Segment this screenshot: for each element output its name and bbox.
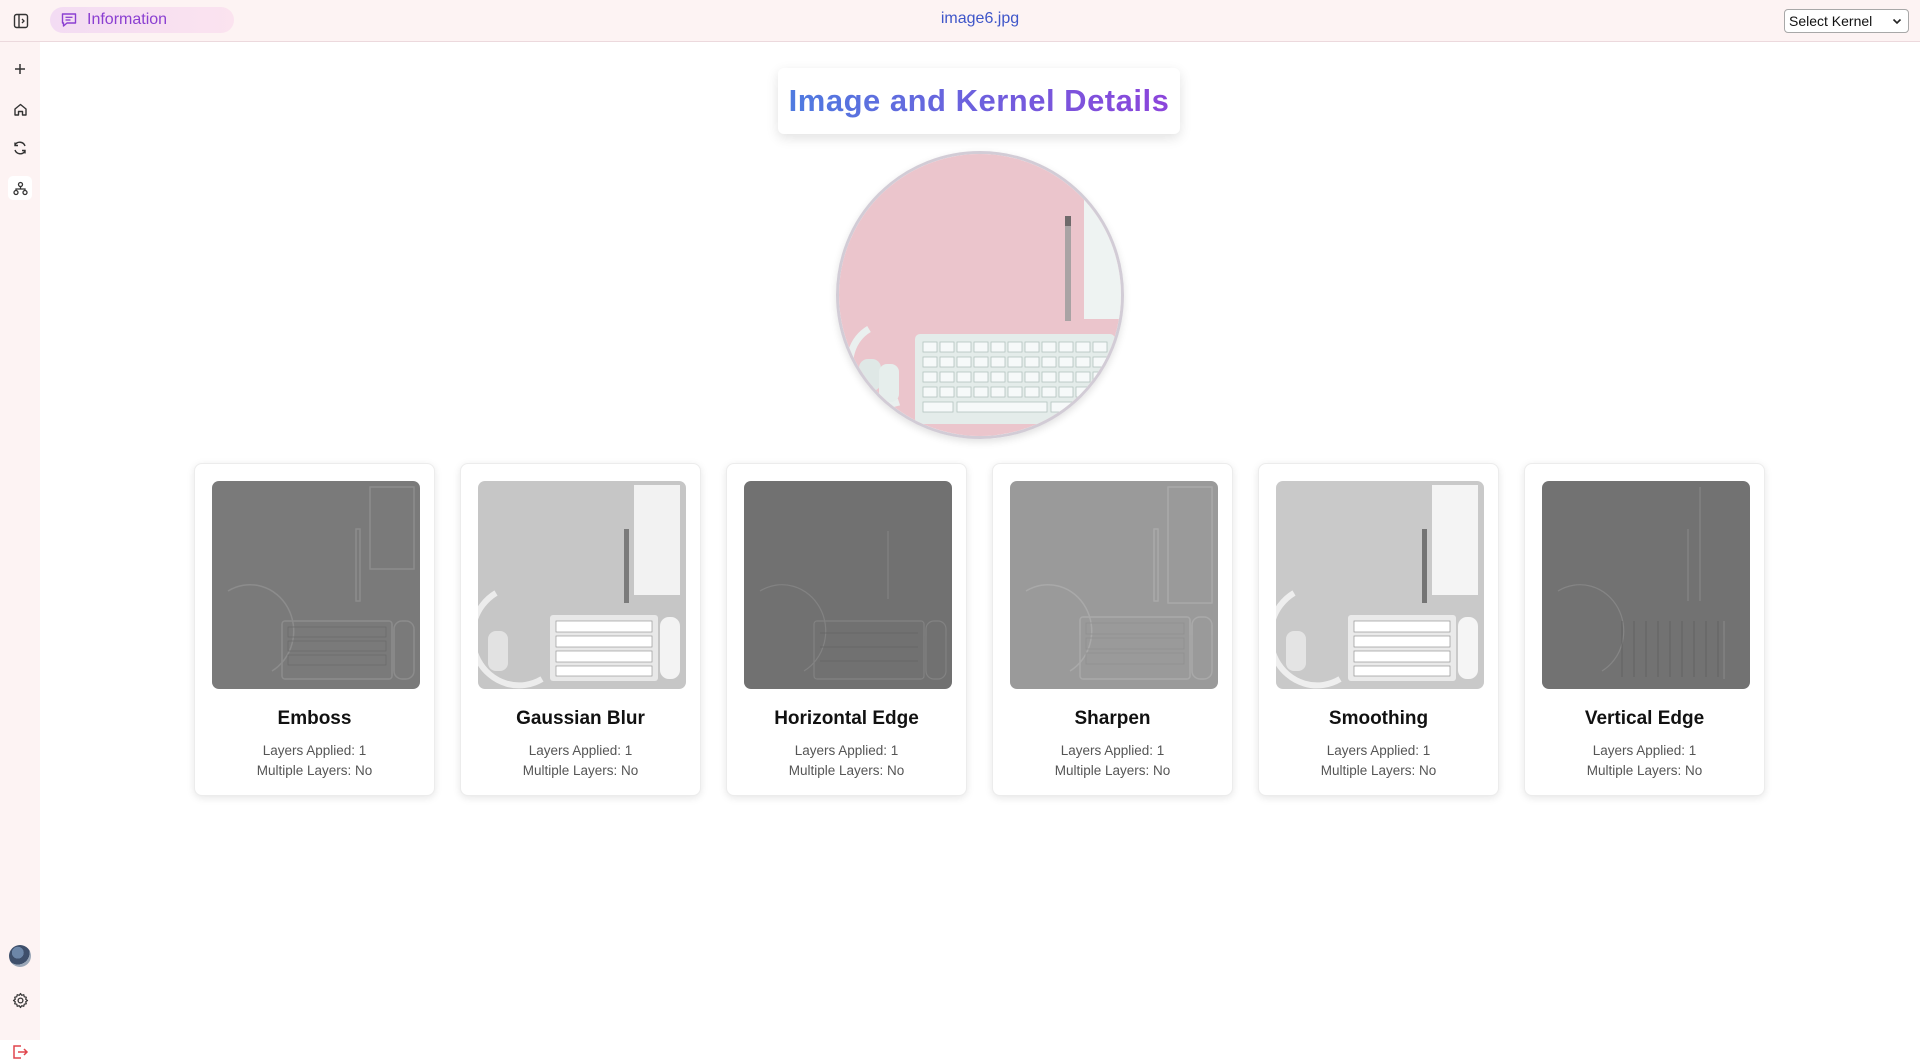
kernel-name: Smoothing (1328, 708, 1429, 729)
kernel-multiple-layers: Multiple Layers: No (522, 763, 639, 778)
kernel-card-vertical-edge[interactable]: Vertical Edge Layers Applied: 1 Multiple… (1524, 463, 1765, 796)
kernel-multiple-layers: Multiple Layers: No (1320, 763, 1437, 778)
kernel-card-smoothing[interactable]: Smoothing Layers Applied: 1 Multiple Lay… (1258, 463, 1499, 796)
kernel-multiple-layers: Multiple Layers: No (788, 763, 905, 778)
title-card: Image and Kernel Details (778, 68, 1180, 134)
kernel-thumbnail-sharpen (1010, 481, 1218, 689)
kernel-name: Gaussian Blur (516, 708, 645, 729)
kernel-name: Sharpen (1074, 708, 1151, 729)
kernel-name: Emboss (277, 708, 352, 729)
source-image (836, 151, 1124, 439)
sidebar-toggle-icon[interactable] (11, 11, 31, 31)
avatar[interactable] (9, 945, 31, 967)
logout-icon[interactable] (8, 1040, 32, 1064)
kernel-thumbnail-emboss (212, 481, 420, 689)
page-title: Image and Kernel Details (788, 83, 1170, 118)
kernel-thumbnail-smoothing (1276, 481, 1484, 689)
kernel-thumbnail-gaussian-blur (478, 481, 686, 689)
gear-icon[interactable] (8, 988, 32, 1012)
kernel-card-gaussian-blur[interactable]: Gaussian Blur Layers Applied: 1 Multiple… (460, 463, 701, 796)
kernel-select-value: Select Kernel (1789, 13, 1873, 29)
top-bar: Information image6.jpg Select Kernel (0, 0, 1920, 42)
kernel-cards: Emboss Layers Applied: 1 Multiple Layers… (194, 463, 1766, 797)
kernel-multiple-layers: Multiple Layers: No (1054, 763, 1171, 778)
kernel-select[interactable]: Select Kernel (1784, 9, 1909, 33)
kernel-layers-applied: Layers Applied: 1 (1592, 743, 1697, 758)
kernel-thumbnail-horizontal-edge (744, 481, 952, 689)
kernel-name: Vertical Edge (1584, 708, 1705, 729)
plus-icon[interactable] (8, 57, 32, 81)
chevron-down-icon (1892, 18, 1902, 25)
left-rail (0, 42, 40, 1059)
kernel-card-sharpen[interactable]: Sharpen Layers Applied: 1 Multiple Layer… (992, 463, 1233, 796)
home-icon[interactable] (8, 97, 32, 121)
kernel-layers-applied: Layers Applied: 1 (528, 743, 633, 758)
tab-information[interactable]: Information (50, 7, 234, 33)
message-icon (60, 11, 78, 29)
kernel-card-emboss[interactable]: Emboss Layers Applied: 1 Multiple Layers… (194, 463, 435, 796)
tab-information-label: Information (87, 11, 168, 28)
file-name: image6.jpg (940, 10, 1020, 27)
refresh-icon[interactable] (8, 136, 32, 160)
kernel-layers-applied: Layers Applied: 1 (794, 743, 899, 758)
kernel-layers-applied: Layers Applied: 1 (1326, 743, 1431, 758)
kernel-name: Horizontal Edge (774, 708, 919, 729)
kernel-layers-applied: Layers Applied: 1 (262, 743, 367, 758)
kernel-multiple-layers: Multiple Layers: No (1586, 763, 1703, 778)
kernel-thumbnail-vertical-edge (1542, 481, 1750, 689)
kernel-layers-applied: Layers Applied: 1 (1060, 743, 1165, 758)
kernel-multiple-layers: Multiple Layers: No (256, 763, 373, 778)
kernel-card-horizontal-edge[interactable]: Horizontal Edge Layers Applied: 1 Multip… (726, 463, 967, 796)
network-icon[interactable] (8, 176, 32, 200)
